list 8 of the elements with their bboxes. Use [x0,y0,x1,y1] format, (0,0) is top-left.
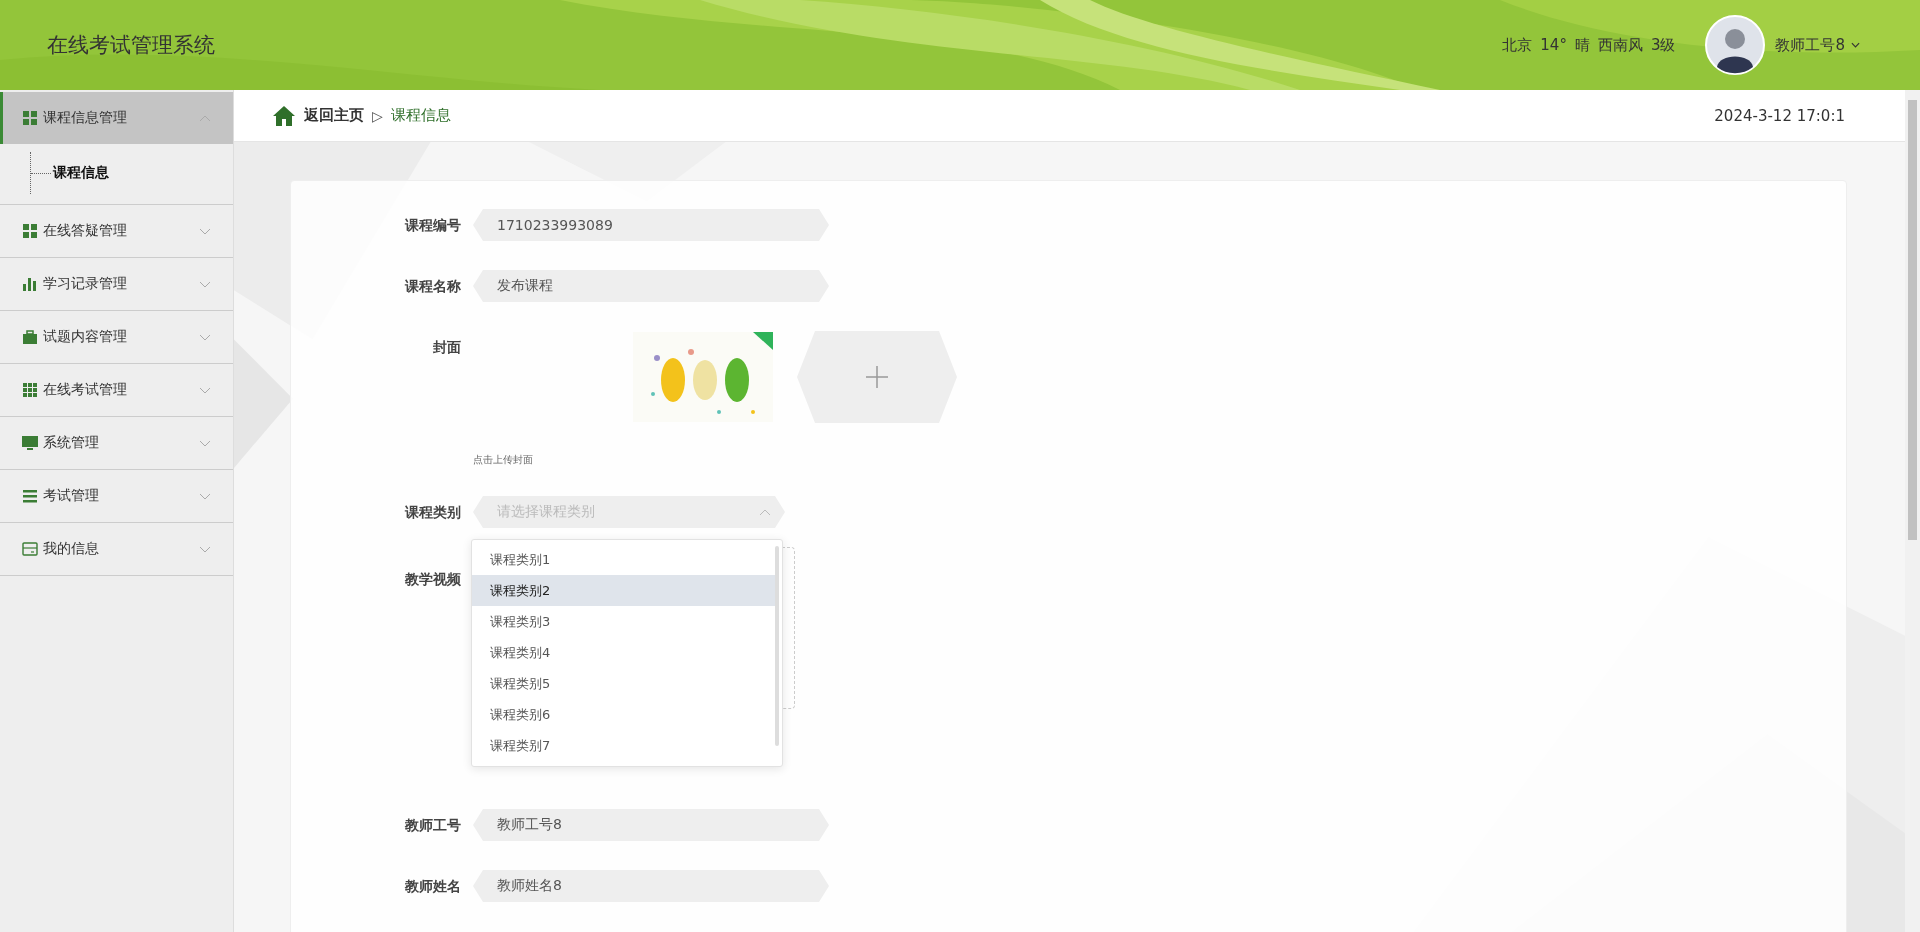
weather-text: 晴 [1574,35,1590,55]
app-title: 在线考试管理系统 [47,32,215,59]
datetime-text: 2024-3-12 17:0:1 [1714,106,1845,125]
weather-text: 3级 [1650,35,1676,55]
weather-text: 14° [1540,35,1567,55]
weather-text: 北京 [1502,35,1533,55]
separator-text: ▷ [372,107,383,124]
weather-text: 西南风 [1597,35,1643,55]
